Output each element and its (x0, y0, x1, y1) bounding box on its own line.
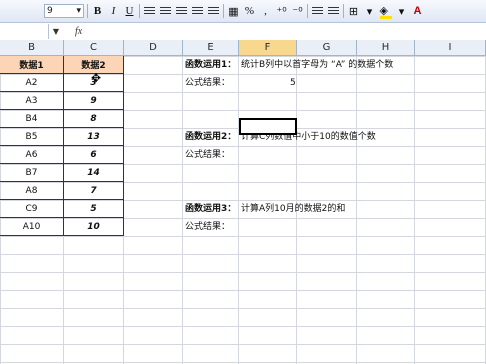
separator (139, 4, 140, 18)
increase-indent-icon (328, 6, 339, 16)
table-cell-data1[interactable]: B7 (0, 164, 64, 182)
separator (307, 4, 308, 18)
increase-decimal-icon: ⁺⁰ (276, 5, 287, 18)
column-header-H[interactable]: H (357, 40, 415, 56)
table-cell-data2[interactable]: 10 (64, 218, 124, 236)
task-label: 函数运用3： (185, 204, 237, 214)
grid-line (238, 56, 239, 364)
fill-color-dropdown[interactable]: ▾ (395, 3, 408, 19)
align-center-icon (160, 6, 171, 16)
decrease-decimal-icon: ⁻⁰ (292, 5, 303, 18)
fill-color-button[interactable]: ◈ (379, 3, 392, 19)
align-right-button[interactable] (175, 3, 188, 19)
chevron-down-icon: ▾ (366, 5, 373, 18)
grid-line (182, 56, 183, 364)
header-cell-data1[interactable]: 数据1 (0, 56, 64, 74)
table-cell-data1[interactable]: A10 (0, 218, 64, 236)
currency-icon: ▦ (228, 5, 239, 18)
table-cell-data1[interactable]: A3 (0, 92, 64, 110)
grid-line (414, 56, 415, 364)
table-cell-data1[interactable]: A6 (0, 146, 64, 164)
formatting-toolbar: 9 ▾ B I U ▦ % , ⁺⁰ ⁻⁰ ⊞ ▾ ◈ ▾ A (0, 0, 486, 23)
table-cell-data2[interactable]: 13 (64, 128, 124, 146)
italic-button[interactable]: I (107, 3, 120, 19)
table-cell-data2[interactable]: 8 (64, 110, 124, 128)
selected-cell-F4[interactable] (239, 118, 297, 135)
column-header-B[interactable]: B (0, 40, 64, 56)
chevron-down-icon: ▾ (398, 5, 405, 18)
column-header-E[interactable]: E (183, 40, 239, 56)
column-header-F[interactable]: F (239, 40, 297, 56)
align-center-button[interactable] (159, 3, 172, 19)
task-label: 函数运用1： (185, 60, 237, 70)
justify-icon (208, 6, 219, 16)
borders-button[interactable]: ⊞ (347, 3, 360, 19)
column-header-G[interactable]: G (297, 40, 357, 56)
increase-indent-button[interactable] (327, 3, 340, 19)
align-left-icon (144, 6, 155, 16)
bold-button[interactable]: B (91, 3, 104, 19)
column-header-I[interactable]: I (415, 40, 486, 56)
table-cell-data1[interactable]: B4 (0, 110, 64, 128)
chevron-down-icon: ▾ (76, 6, 81, 16)
increase-decimal-button[interactable]: ⁺⁰ (275, 3, 288, 19)
formula-bar: ▼ fx (0, 23, 486, 41)
comma-button[interactable]: , (259, 3, 272, 19)
column-header-C[interactable]: C (64, 40, 124, 56)
percent-button[interactable]: % (243, 3, 256, 19)
align-left-button[interactable] (143, 3, 156, 19)
cursor-icon: ✥ (91, 71, 102, 85)
table-cell-data2[interactable]: 7 (64, 182, 124, 200)
table-cell-data1[interactable]: A2 (0, 74, 64, 92)
currency-button[interactable]: ▦ (227, 3, 240, 19)
borders-icon: ⊞ (348, 5, 359, 18)
table-cell-data2[interactable]: 5 (64, 200, 124, 218)
fill-color-icon: ◈ (379, 4, 392, 19)
function-icon[interactable]: fx (75, 26, 82, 37)
task-description: 统计B列中以首字母为 “A” 的数据个数 (241, 60, 394, 70)
table-cell-data1[interactable]: B5 (0, 128, 64, 146)
column-header-D[interactable]: D (124, 40, 183, 56)
font-color-button[interactable]: A (411, 3, 424, 19)
decrease-decimal-button[interactable]: ⁻⁰ (291, 3, 304, 19)
table-cell-data2[interactable]: 6 (64, 146, 124, 164)
table-cell-data1[interactable]: A8 (0, 182, 64, 200)
align-right-icon (176, 6, 187, 16)
font-size-select[interactable]: 9 ▾ (44, 4, 84, 18)
result-label: 公式结果： (185, 222, 231, 232)
separator (223, 4, 224, 18)
chevron-down-icon[interactable]: ▼ (49, 27, 63, 36)
table-cell-data2[interactable]: 9 (64, 92, 124, 110)
decrease-indent-button[interactable] (311, 3, 324, 19)
separator (87, 4, 88, 18)
underline-button[interactable]: U (123, 3, 136, 19)
table-cell-data1[interactable]: C9 (0, 200, 64, 218)
justify-button[interactable] (207, 3, 220, 19)
font-size-value: 9 (47, 6, 53, 16)
result-label: 公式结果： (185, 78, 231, 88)
merge-center-button[interactable] (191, 3, 204, 19)
task-label: 函数运用2： (185, 132, 237, 142)
task-description: 计算A列10月的数据2的和 (241, 204, 346, 214)
borders-dropdown[interactable]: ▾ (363, 3, 376, 19)
result-value: 5 (290, 78, 296, 88)
name-box[interactable] (0, 24, 49, 39)
decrease-indent-icon (312, 6, 323, 16)
separator (343, 4, 344, 18)
grid-line (356, 56, 357, 364)
merge-center-icon (192, 6, 203, 16)
worksheet: BCDEFGHI 数据1 数据2 A2 3 A3 9 B4 8 B5 13 A6 6 B7 14 A8 7 C9… (0, 40, 486, 364)
result-label: 公式结果： (185, 150, 231, 160)
table-cell-data2[interactable]: 14 (64, 164, 124, 182)
